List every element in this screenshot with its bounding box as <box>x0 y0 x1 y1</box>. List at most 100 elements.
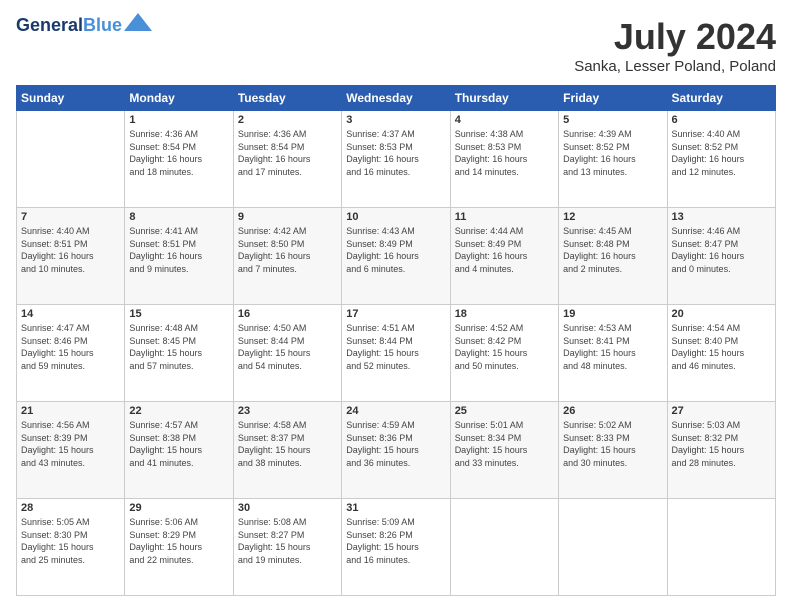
header-saturday: Saturday <box>667 86 775 111</box>
table-cell: 25 Sunrise: 5:01 AM Sunset: 8:34 PM Dayli… <box>450 402 558 499</box>
day-number: 4 <box>455 114 554 126</box>
table-cell: 17Sunrise: 4:51 AM Sunset: 8:44 PM Dayli… <box>342 305 450 402</box>
day-number: 6 <box>672 114 771 126</box>
table-cell: 30 Sunrise: 5:08 AM Sunset: 8:27 PM Dayli… <box>233 499 341 596</box>
table-cell: 13Sunrise: 4:46 AM Sunset: 8:47 PM Dayli… <box>667 208 775 305</box>
calendar-week-row: 14Sunrise: 4:47 AM Sunset: 8:46 PM Dayli… <box>17 305 776 402</box>
table-cell: 16Sunrise: 4:50 AM Sunset: 8:44 PM Dayli… <box>233 305 341 402</box>
table-cell: 14Sunrise: 4:47 AM Sunset: 8:46 PM Dayli… <box>17 305 125 402</box>
table-cell: 7Sunrise: 4:40 AM Sunset: 8:51 PM Daylig… <box>17 208 125 305</box>
table-cell: 15 Sunrise: 4:48 AM Sunset: 8:45 PM Dayli… <box>125 305 233 402</box>
day-number: 15 <box>129 308 228 320</box>
day-number: 19 <box>563 308 662 320</box>
cell-text: Sunrise: 4:56 AM Sunset: 8:39 PM Dayligh… <box>21 419 120 469</box>
day-number: 23 <box>238 405 337 417</box>
cell-text: Sunrise: 4:41 AM Sunset: 8:51 PM Dayligh… <box>129 225 228 275</box>
header-thursday: Thursday <box>450 86 558 111</box>
day-number: 29 <box>129 502 228 514</box>
table-cell: 5 Sunrise: 4:39 AM Sunset: 8:52 PM Daylig… <box>559 111 667 208</box>
day-number: 22 <box>129 405 228 417</box>
cell-text: Sunrise: 5:09 AM Sunset: 8:26 PM Dayligh… <box>346 516 445 566</box>
cell-text: Sunrise: 5:06 AM Sunset: 8:29 PM Dayligh… <box>129 516 228 566</box>
table-cell: 20 Sunrise: 4:54 AM Sunset: 8:40 PM Dayli… <box>667 305 775 402</box>
table-cell <box>17 111 125 208</box>
cell-text: Sunrise: 4:37 AM Sunset: 8:53 PM Dayligh… <box>346 128 445 178</box>
table-cell: 23 Sunrise: 4:58 AM Sunset: 8:37 PM Dayli… <box>233 402 341 499</box>
day-number: 21 <box>21 405 120 417</box>
month-title: July 2024 <box>574 16 776 58</box>
cell-text: Sunrise: 4:58 AM Sunset: 8:37 PM Dayligh… <box>238 419 337 469</box>
header-tuesday: Tuesday <box>233 86 341 111</box>
day-number: 8 <box>129 211 228 223</box>
table-cell: 11 Sunrise: 4:44 AM Sunset: 8:49 PM Dayli… <box>450 208 558 305</box>
day-number: 31 <box>346 502 445 514</box>
table-cell: 3 Sunrise: 4:37 AM Sunset: 8:53 PM Daylig… <box>342 111 450 208</box>
table-cell: 21 Sunrise: 4:56 AM Sunset: 8:39 PM Dayli… <box>17 402 125 499</box>
cell-text: Sunrise: 5:08 AM Sunset: 8:27 PM Dayligh… <box>238 516 337 566</box>
day-number: 25 <box>455 405 554 417</box>
cell-text: Sunrise: 4:52 AM Sunset: 8:42 PM Dayligh… <box>455 322 554 372</box>
cell-text: Sunrise: 4:44 AM Sunset: 8:49 PM Dayligh… <box>455 225 554 275</box>
cell-text: Sunrise: 4:39 AM Sunset: 8:52 PM Dayligh… <box>563 128 662 178</box>
cell-text: Sunrise: 4:43 AM Sunset: 8:49 PM Dayligh… <box>346 225 445 275</box>
day-number: 5 <box>563 114 662 126</box>
table-cell: 1Sunrise: 4:36 AM Sunset: 8:54 PM Daylig… <box>125 111 233 208</box>
table-cell <box>667 499 775 596</box>
day-number: 20 <box>672 308 771 320</box>
cell-text: Sunrise: 4:42 AM Sunset: 8:50 PM Dayligh… <box>238 225 337 275</box>
day-number: 28 <box>21 502 120 514</box>
table-cell: 24 Sunrise: 4:59 AM Sunset: 8:36 PM Dayli… <box>342 402 450 499</box>
day-number: 18 <box>455 308 554 320</box>
table-cell: 28 Sunrise: 5:05 AM Sunset: 8:30 PM Dayli… <box>17 499 125 596</box>
table-cell <box>450 499 558 596</box>
cell-text: Sunrise: 5:02 AM Sunset: 8:33 PM Dayligh… <box>563 419 662 469</box>
header-wednesday: Wednesday <box>342 86 450 111</box>
location-title: Sanka, Lesser Poland, Poland <box>574 58 776 75</box>
logo: GeneralBlue <box>16 16 152 36</box>
day-number: 11 <box>455 211 554 223</box>
table-cell: 27Sunrise: 5:03 AM Sunset: 8:32 PM Dayli… <box>667 402 775 499</box>
calendar-header-row: Sunday Monday Tuesday Wednesday Thursday… <box>17 86 776 111</box>
day-number: 16 <box>238 308 337 320</box>
cell-text: Sunrise: 4:48 AM Sunset: 8:45 PM Dayligh… <box>129 322 228 372</box>
cell-text: Sunrise: 4:40 AM Sunset: 8:52 PM Dayligh… <box>672 128 771 178</box>
calendar-table: Sunday Monday Tuesday Wednesday Thursday… <box>16 85 776 596</box>
header-friday: Friday <box>559 86 667 111</box>
table-cell: 29 Sunrise: 5:06 AM Sunset: 8:29 PM Dayli… <box>125 499 233 596</box>
calendar-week-row: 21 Sunrise: 4:56 AM Sunset: 8:39 PM Dayli… <box>17 402 776 499</box>
calendar-week-row: 1 Sunrise: 4:36 AM Sunset: 8:54 PM Daylig… <box>17 111 776 208</box>
cell-text: Sunrise: 4:36 AM Sunset: 8:54 PM Dayligh… <box>238 128 337 178</box>
cell-text: Sunrise: 4:59 AM Sunset: 8:36 PM Dayligh… <box>346 419 445 469</box>
cell-text: Sunrise: 4:38 AM Sunset: 8:53 PM Dayligh… <box>455 128 554 178</box>
day-number: 7 <box>21 211 120 223</box>
page: GeneralBlue July 2024 Sanka, Lesser Pola… <box>0 0 792 612</box>
table-cell: 18 Sunrise: 4:52 AM Sunset: 8:42 PM Dayli… <box>450 305 558 402</box>
day-number: 3 <box>346 114 445 126</box>
calendar-week-row: 7Sunrise: 4:40 AM Sunset: 8:51 PM Daylig… <box>17 208 776 305</box>
cell-text: Sunrise: 4:53 AM Sunset: 8:41 PM Dayligh… <box>563 322 662 372</box>
day-number: 30 <box>238 502 337 514</box>
table-cell: 31 Sunrise: 5:09 AM Sunset: 8:26 PM Dayli… <box>342 499 450 596</box>
cell-text: Sunrise: 4:54 AM Sunset: 8:40 PM Dayligh… <box>672 322 771 372</box>
header-sunday: Sunday <box>17 86 125 111</box>
cell-text: Sunrise: 4:57 AM Sunset: 8:38 PM Dayligh… <box>129 419 228 469</box>
table-cell: 9Sunrise: 4:42 AM Sunset: 8:50 PM Daylig… <box>233 208 341 305</box>
logo-text: GeneralBlue <box>16 16 122 36</box>
day-number: 2 <box>238 114 337 126</box>
table-cell: 19 Sunrise: 4:53 AM Sunset: 8:41 PM Dayli… <box>559 305 667 402</box>
cell-text: Sunrise: 5:05 AM Sunset: 8:30 PM Dayligh… <box>21 516 120 566</box>
logo-icon <box>124 13 152 31</box>
day-number: 10 <box>346 211 445 223</box>
table-cell: 4 Sunrise: 4:38 AM Sunset: 8:53 PM Daylig… <box>450 111 558 208</box>
title-section: July 2024 Sanka, Lesser Poland, Poland <box>574 16 776 75</box>
cell-text: Sunrise: 4:45 AM Sunset: 8:48 PM Dayligh… <box>563 225 662 275</box>
day-number: 24 <box>346 405 445 417</box>
day-number: 1 <box>129 114 228 126</box>
table-cell: 8 Sunrise: 4:41 AM Sunset: 8:51 PM Daylig… <box>125 208 233 305</box>
cell-text: Sunrise: 5:01 AM Sunset: 8:34 PM Dayligh… <box>455 419 554 469</box>
table-cell: 10 Sunrise: 4:43 AM Sunset: 8:49 PM Dayli… <box>342 208 450 305</box>
day-number: 13 <box>672 211 771 223</box>
cell-text: Sunrise: 5:03 AM Sunset: 8:32 PM Dayligh… <box>672 419 771 469</box>
cell-text: Sunrise: 4:47 AM Sunset: 8:46 PM Dayligh… <box>21 322 120 372</box>
day-number: 12 <box>563 211 662 223</box>
